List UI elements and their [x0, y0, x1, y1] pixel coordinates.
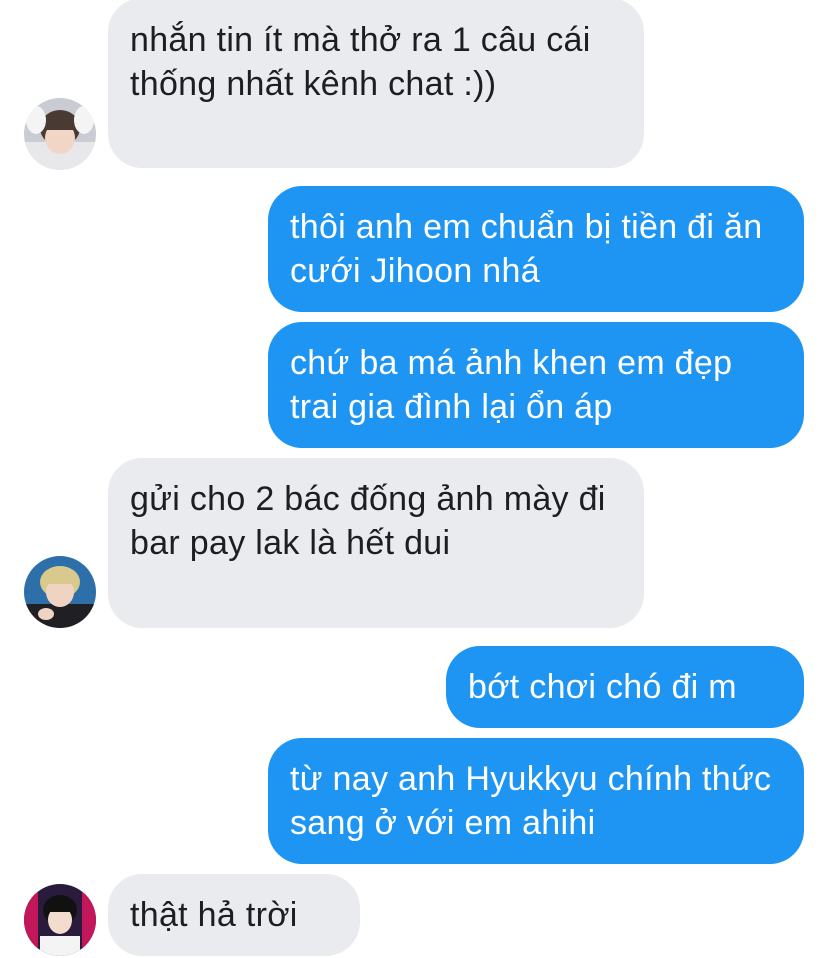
avatar-2-icon	[24, 556, 96, 628]
message-bubble-outgoing[interactable]: thôi anh em chuẩn bị tiền đi ăn cưới Jih…	[268, 186, 804, 312]
message-text: từ nay anh Hyukkyu chính thức sang ở với…	[290, 760, 772, 842]
avatar-1-icon	[24, 98, 96, 170]
message-text: nhắn tin ít mà thở ra 1 câu cái thống nh…	[130, 21, 591, 103]
message-bubble-outgoing[interactable]: chứ ba má ảnh khen em đẹp trai gia đình …	[268, 322, 804, 448]
message-bubble-outgoing[interactable]: bớt chơi chó đi m	[446, 646, 804, 728]
avatar[interactable]	[24, 98, 96, 170]
message-bubble-incoming[interactable]: thật hả trời	[108, 874, 360, 956]
message-bubble-incoming[interactable]: gửi cho 2 bác đống ảnh mày đi bar pay la…	[108, 458, 644, 628]
avatar[interactable]	[24, 556, 96, 628]
message-text: gửi cho 2 bác đống ảnh mày đi bar pay la…	[130, 480, 606, 562]
message-text: thật hả trời	[130, 896, 298, 934]
message-text: bớt chơi chó đi m	[468, 668, 737, 706]
message-bubble-incoming[interactable]: nhắn tin ít mà thở ra 1 câu cái thống nh…	[108, 0, 644, 168]
avatar[interactable]	[24, 884, 96, 956]
message-text: thôi anh em chuẩn bị tiền đi ăn cưới Jih…	[290, 208, 763, 290]
message-text: chứ ba má ảnh khen em đẹp trai gia đình …	[290, 344, 733, 426]
message-bubble-outgoing[interactable]: từ nay anh Hyukkyu chính thức sang ở với…	[268, 738, 804, 864]
avatar-3-icon	[24, 884, 96, 956]
